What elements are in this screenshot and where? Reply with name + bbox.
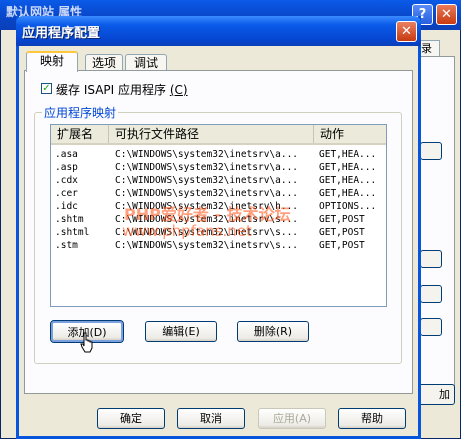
cell-verbs: GET,HEA...	[319, 162, 377, 173]
cache-isapi-label[interactable]: 缓存 ISAPI 应用程序 (C)	[56, 81, 188, 98]
close-icon: ✕	[401, 24, 412, 39]
column-header-extension[interactable]: 扩展名	[51, 125, 109, 143]
background-apply-button[interactable]: 加	[415, 384, 455, 405]
cell-path: C:\WINDOWS\system32\inetsrv\a...	[115, 175, 299, 186]
cache-isapi-label-text: 缓存 ISAPI 应用程序	[56, 83, 166, 97]
cell-verbs: GET,POST	[319, 227, 365, 238]
cell-verbs: GET,POST	[319, 240, 365, 251]
cell-extension: .shtml	[55, 227, 90, 238]
background-tab-partial[interactable]: 录	[418, 40, 440, 56]
help-button[interactable]: 帮助	[338, 408, 406, 429]
background-button[interactable]	[420, 285, 442, 303]
cell-extension: .asp	[55, 162, 78, 173]
table-row[interactable]: .cdx C:\WINDOWS\system32\inetsrv\a... GET,…	[51, 174, 386, 187]
background-button[interactable]	[420, 250, 442, 268]
cache-isapi-checkbox[interactable]: ✓	[41, 83, 52, 94]
background-close-button[interactable]: ✕	[436, 4, 457, 25]
cell-extension: .shtm	[55, 214, 84, 225]
edit-button[interactable]: 编辑(E)	[145, 321, 217, 342]
table-row[interactable]: .asp C:\WINDOWS\system32\inetsrv\a... GET,…	[51, 161, 386, 174]
cell-path: C:\WINDOWS\system32\inetsrv\a...	[115, 162, 299, 173]
cache-isapi-accel: (C)	[169, 83, 188, 97]
dialog-close-button[interactable]: ✕	[396, 21, 417, 42]
table-row[interactable]: .stm C:\WINDOWS\system32\inetsrv\s... GET,…	[51, 239, 386, 252]
cancel-button[interactable]: 取消	[177, 408, 245, 429]
column-header-path[interactable]: 可执行文件路径	[109, 125, 314, 143]
table-row[interactable]: .cer C:\WINDOWS\system32\inetsrv\a... GET,…	[51, 187, 386, 200]
hand-cursor-icon	[80, 332, 93, 353]
cell-path: C:\WINDOWS\system32\inetsrv\a...	[115, 188, 299, 199]
cell-path: C:\WINDOWS\system32\inetsrv\s...	[115, 240, 299, 251]
cell-verbs: GET,HEA...	[319, 149, 377, 160]
remove-button[interactable]: 删除(R)	[237, 321, 309, 342]
tab-debug[interactable]: 调试	[125, 54, 167, 71]
cell-extension: .stm	[55, 240, 78, 251]
cell-verbs: GET,HEA...	[319, 175, 377, 186]
cell-extension: .asa	[55, 149, 78, 160]
ok-button[interactable]: 确定	[97, 408, 165, 429]
close-icon: ✕	[441, 7, 452, 22]
tab-mapping[interactable]: 映射	[26, 51, 78, 72]
background-button[interactable]	[420, 318, 442, 336]
app-mapping-group-label: 应用程序映射	[42, 104, 119, 121]
cell-extension: .idc	[55, 201, 78, 212]
table-row[interactable]: .asa C:\WINDOWS\system32\inetsrv\a... GET,…	[51, 148, 386, 161]
cell-path: C:\WINDOWS\system32\inetsrv\a...	[115, 149, 299, 160]
dialog-title: 应用程序配置	[22, 26, 101, 41]
watermark-url: www.phpfans.net	[122, 222, 252, 240]
cell-verbs: OPTIONS...	[319, 201, 377, 212]
cell-extension: .cdx	[55, 175, 78, 186]
background-panel	[415, 56, 455, 398]
column-header-verbs[interactable]: 动作	[314, 125, 386, 143]
checkmark-icon: ✓	[42, 83, 51, 94]
cell-extension: .cer	[55, 188, 78, 199]
apply-button[interactable]: 应用(A)	[258, 408, 326, 429]
tab-options[interactable]: 选项	[85, 54, 123, 71]
cell-verbs: GET,POST	[319, 214, 365, 225]
cell-verbs: GET,HEA...	[319, 188, 377, 199]
background-button[interactable]	[420, 142, 442, 160]
